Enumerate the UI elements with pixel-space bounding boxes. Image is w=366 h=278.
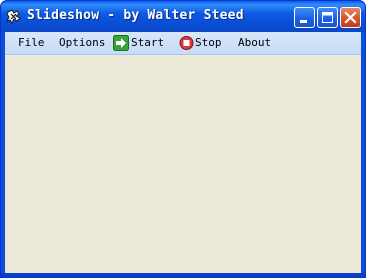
close-button[interactable] [340,7,361,28]
slideshow-display-area [5,55,361,273]
minimize-button[interactable] [294,7,315,28]
menu-stop-label: Stop [195,36,222,49]
maximize-icon [322,12,333,23]
menu-stop[interactable]: Stop [179,35,222,51]
menu-about[interactable]: About [238,35,271,51]
minimize-icon [300,20,307,23]
red-stop-icon [179,36,194,50]
window-frame-bottom [1,273,365,277]
window-frame-right [361,32,365,277]
maximize-button[interactable] [317,7,338,28]
menu-bar: File Options Start Stop About [5,32,361,55]
menu-start[interactable]: Start [113,35,164,51]
window-title: Slideshow - by Walter Steed [27,8,244,23]
close-icon [344,11,357,24]
menu-options[interactable]: Options [59,35,105,51]
green-arrow-right-icon [113,35,129,51]
slideshow-app-icon [6,9,21,24]
app-window: Slideshow - by Walter Steed File Options [0,0,366,278]
menu-start-label: Start [131,36,165,49]
menu-file[interactable]: File [18,35,45,51]
title-bar[interactable]: Slideshow - by Walter Steed [1,1,365,32]
